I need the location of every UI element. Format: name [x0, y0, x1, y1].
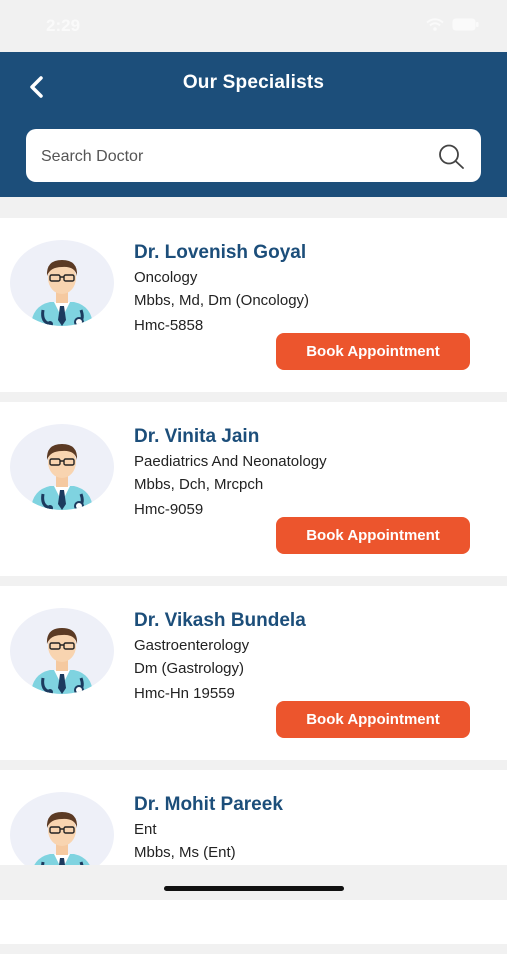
wifi-icon — [426, 18, 444, 31]
search-icon[interactable] — [437, 143, 465, 169]
page-title: Our Specialists — [182, 72, 325, 93]
status-time: 2:29 — [46, 16, 81, 35]
search-input[interactable] — [39, 129, 423, 184]
doctor-name: Dr. Lovenish Goyal — [134, 242, 307, 263]
home-indicator-area — [0, 865, 507, 900]
doctor-card: Dr. Vinita Jain Paediatrics And Neonatol… — [0, 402, 507, 576]
doctor-specialty: Ent — [134, 821, 157, 838]
doctor-qualification: Mbbs, Dch, Mrcpch — [134, 476, 264, 493]
doctor-specialty: Gastroenterology — [134, 637, 250, 654]
doctor-avatar-icon — [10, 424, 114, 510]
doctor-specialty: Oncology — [134, 269, 198, 286]
doctor-card: Dr. Lovenish Goyal Oncology Mbbs, Md, Dm… — [0, 218, 507, 392]
home-indicator[interactable] — [164, 886, 344, 891]
doctor-qualification: Dm (Gastrology) — [134, 660, 245, 677]
doctor-registration: Hmc-5858 — [134, 317, 204, 334]
doctor-card: Dr. Mohit Pareek Ent Mbbs, Ms (Ent) — [0, 770, 507, 944]
book-appointment-button[interactable]: Book Appointment — [276, 701, 470, 738]
book-appointment-button[interactable]: Book Appointment — [276, 333, 470, 370]
doctor-name: Dr. Vinita Jain — [134, 426, 260, 447]
doctor-list: Dr. Lovenish Goyal Oncology Mbbs, Md, Dm… — [0, 218, 507, 954]
doctor-avatar-icon — [10, 240, 114, 326]
doctor-avatar-icon — [10, 608, 114, 694]
doctor-specialty: Paediatrics And Neonatology — [134, 453, 327, 470]
doctor-name: Dr. Mohit Pareek — [134, 794, 283, 815]
doctor-registration: Hmc-Hn 19559 — [134, 685, 235, 702]
doctor-card: Dr. Vikash Bundela Gastroenterology Dm (… — [0, 586, 507, 760]
doctor-name: Dr. Vikash Bundela — [134, 610, 306, 631]
doctor-registration: Hmc-9059 — [134, 501, 204, 518]
status-bar: 2:29 — [0, 0, 507, 52]
doctor-qualification: Mbbs, Ms (Ent) — [134, 844, 236, 861]
book-appointment-button[interactable]: Book Appointment — [276, 517, 470, 554]
battery-icon — [452, 18, 479, 31]
app-header: Our Specialists — [0, 52, 507, 197]
search-box — [26, 129, 481, 184]
status-icons — [426, 18, 479, 31]
doctor-qualification: Mbbs, Md, Dm (Oncology) — [134, 292, 310, 309]
